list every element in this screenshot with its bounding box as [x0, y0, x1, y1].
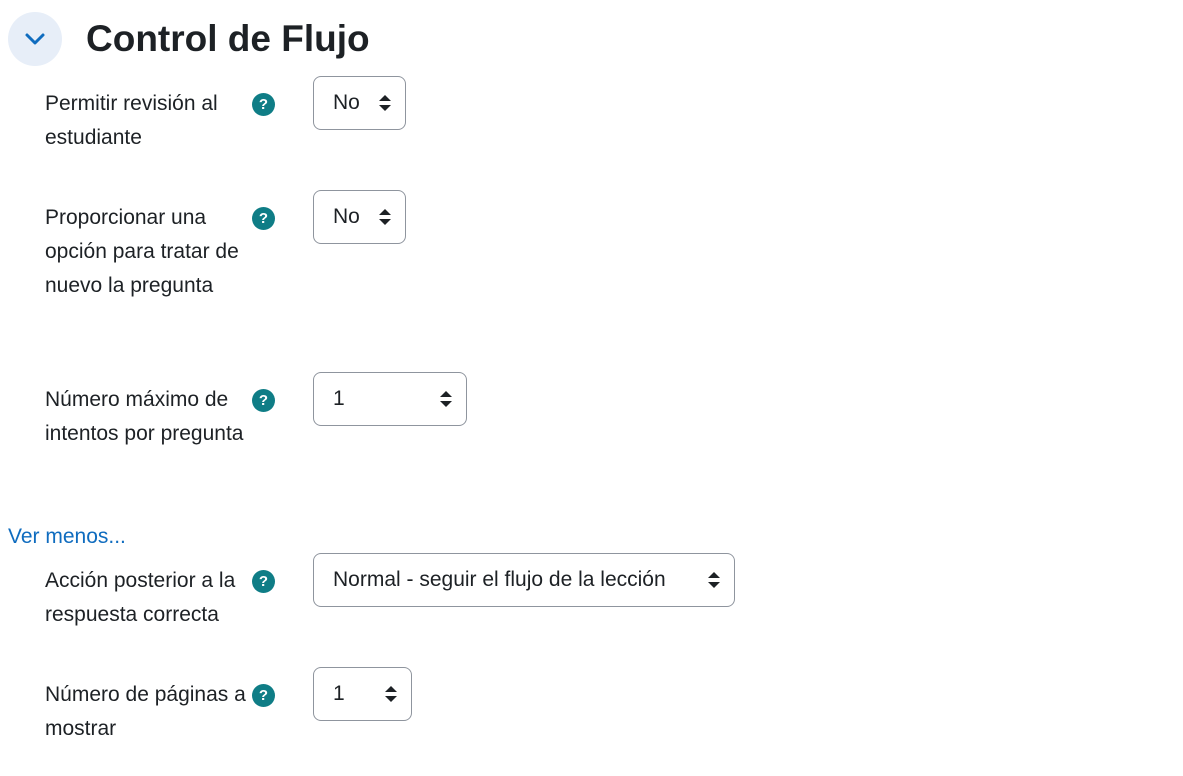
- select-correct-answer-action[interactable]: Normal - seguir el flujo de la lección: [313, 553, 735, 607]
- select-value: No: [333, 205, 360, 228]
- select-pages-to-show[interactable]: 1: [313, 667, 412, 721]
- help-icon[interactable]: ?: [252, 570, 275, 593]
- section-title: Control de Flujo: [86, 18, 370, 59]
- select-try-again[interactable]: No: [313, 190, 406, 244]
- field-label-try-again: Proporcionar una opción para tratar de n…: [45, 206, 239, 297]
- sort-arrows-icon: [379, 209, 391, 225]
- sort-arrows-icon: [440, 391, 452, 407]
- sort-arrows-icon: [385, 686, 397, 702]
- chevron-down-icon: [25, 33, 45, 45]
- select-value: 1: [333, 387, 345, 410]
- section-header: Control de Flujo: [8, 12, 370, 66]
- field-label-allow-review: Permitir revisión al estudiante: [45, 92, 218, 149]
- field-label-correct-answer-action: Acción posterior a la respuesta correcta: [45, 569, 236, 626]
- collapse-section-button[interactable]: [8, 12, 62, 66]
- select-max-attempts[interactable]: 1: [313, 372, 467, 426]
- help-icon[interactable]: ?: [252, 389, 275, 412]
- field-label-max-attempts: Número máximo de intentos por pregunta: [45, 388, 244, 445]
- help-icon[interactable]: ?: [252, 93, 275, 116]
- select-allow-review[interactable]: No: [313, 76, 406, 130]
- help-icon[interactable]: ?: [252, 207, 275, 230]
- select-value: No: [333, 91, 360, 114]
- select-value: Normal - seguir el flujo de la lección: [333, 568, 666, 591]
- help-icon[interactable]: ?: [252, 684, 275, 707]
- sort-arrows-icon: [379, 95, 391, 111]
- show-less-link[interactable]: Ver menos...: [8, 522, 126, 552]
- field-label-pages-to-show: Número de páginas a mostrar: [45, 683, 246, 740]
- sort-arrows-icon: [708, 572, 720, 588]
- select-value: 1: [333, 682, 345, 705]
